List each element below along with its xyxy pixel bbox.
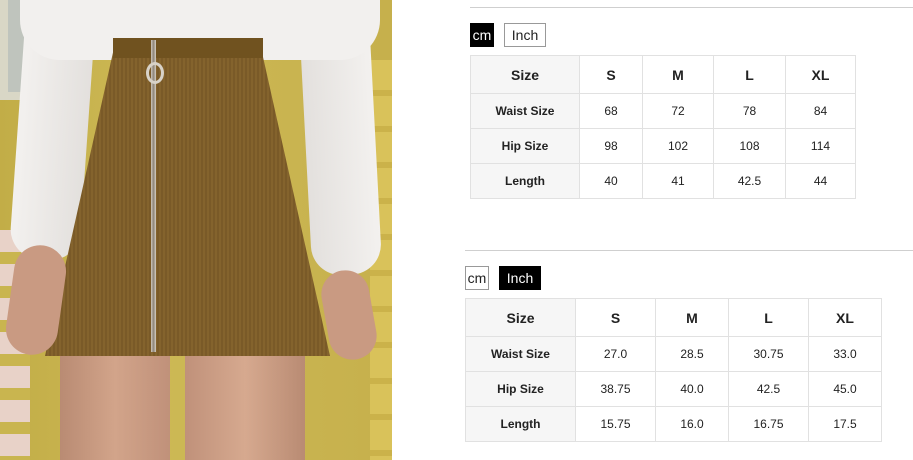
table-cell: 15.75 bbox=[575, 406, 656, 442]
header-m: M bbox=[642, 55, 714, 94]
divider-top bbox=[470, 7, 913, 8]
row-label: Length bbox=[470, 163, 580, 199]
table-cell: 17.5 bbox=[808, 406, 882, 442]
header-s: S bbox=[579, 55, 643, 94]
table-cell: 28.5 bbox=[655, 336, 729, 372]
product-photo bbox=[0, 0, 392, 460]
header-xl: XL bbox=[808, 298, 882, 337]
header-size: Size bbox=[465, 298, 576, 337]
table-cell: 102 bbox=[642, 128, 714, 164]
table-cell: 16.0 bbox=[655, 406, 729, 442]
row-label: Hip Size bbox=[470, 128, 580, 164]
table-header-row: Size S M L XL bbox=[470, 55, 856, 94]
table-cell: 33.0 bbox=[808, 336, 882, 372]
table-cell: 45.0 bbox=[808, 371, 882, 407]
header-s: S bbox=[575, 298, 656, 337]
table-cell: 98 bbox=[579, 128, 643, 164]
table-cell: 38.75 bbox=[575, 371, 656, 407]
table-cell: 78 bbox=[713, 93, 786, 129]
table-cell: 68 bbox=[579, 93, 643, 129]
table-cell: 40 bbox=[579, 163, 643, 199]
header-size: Size bbox=[470, 55, 580, 94]
table-row: Length 40 41 42.5 44 bbox=[470, 163, 856, 199]
unit-tab-cm[interactable]: cm bbox=[470, 23, 494, 47]
header-m: M bbox=[655, 298, 729, 337]
table-cell: 84 bbox=[785, 93, 856, 129]
row-label: Waist Size bbox=[470, 93, 580, 129]
table-cell: 27.0 bbox=[575, 336, 656, 372]
header-l: L bbox=[728, 298, 809, 337]
table-cell: 30.75 bbox=[728, 336, 809, 372]
header-l: L bbox=[713, 55, 786, 94]
row-label: Waist Size bbox=[465, 336, 576, 372]
divider-middle bbox=[465, 250, 913, 251]
size-table-inch: Size S M L XL Waist Size 27.0 28.5 30.75… bbox=[465, 298, 882, 442]
row-label: Hip Size bbox=[465, 371, 576, 407]
table-cell: 40.0 bbox=[655, 371, 729, 407]
table-row: Waist Size 68 72 78 84 bbox=[470, 93, 856, 129]
table-cell: 42.5 bbox=[728, 371, 809, 407]
table-cell: 42.5 bbox=[713, 163, 786, 199]
table-row: Waist Size 27.0 28.5 30.75 33.0 bbox=[465, 336, 882, 372]
table-cell: 108 bbox=[713, 128, 786, 164]
table-cell: 72 bbox=[642, 93, 714, 129]
unit-tab-inch[interactable]: Inch bbox=[499, 266, 541, 290]
table-cell: 114 bbox=[785, 128, 856, 164]
table-row: Hip Size 98 102 108 114 bbox=[470, 128, 856, 164]
unit-tab-inch[interactable]: Inch bbox=[504, 23, 546, 47]
table-cell: 44 bbox=[785, 163, 856, 199]
table-cell: 16.75 bbox=[728, 406, 809, 442]
header-xl: XL bbox=[785, 55, 856, 94]
unit-tab-cm[interactable]: cm bbox=[465, 266, 489, 290]
table-cell: 41 bbox=[642, 163, 714, 199]
table-row: Length 15.75 16.0 16.75 17.5 bbox=[465, 406, 882, 442]
photo-zipper-ring bbox=[146, 62, 164, 84]
table-row: Hip Size 38.75 40.0 42.5 45.0 bbox=[465, 371, 882, 407]
photo-skirt-waistband bbox=[113, 38, 263, 58]
row-label: Length bbox=[465, 406, 576, 442]
table-header-row: Size S M L XL bbox=[465, 298, 882, 337]
photo-zipper bbox=[151, 40, 156, 352]
size-table-cm: Size S M L XL Waist Size 68 72 78 84 Hip… bbox=[470, 55, 856, 199]
